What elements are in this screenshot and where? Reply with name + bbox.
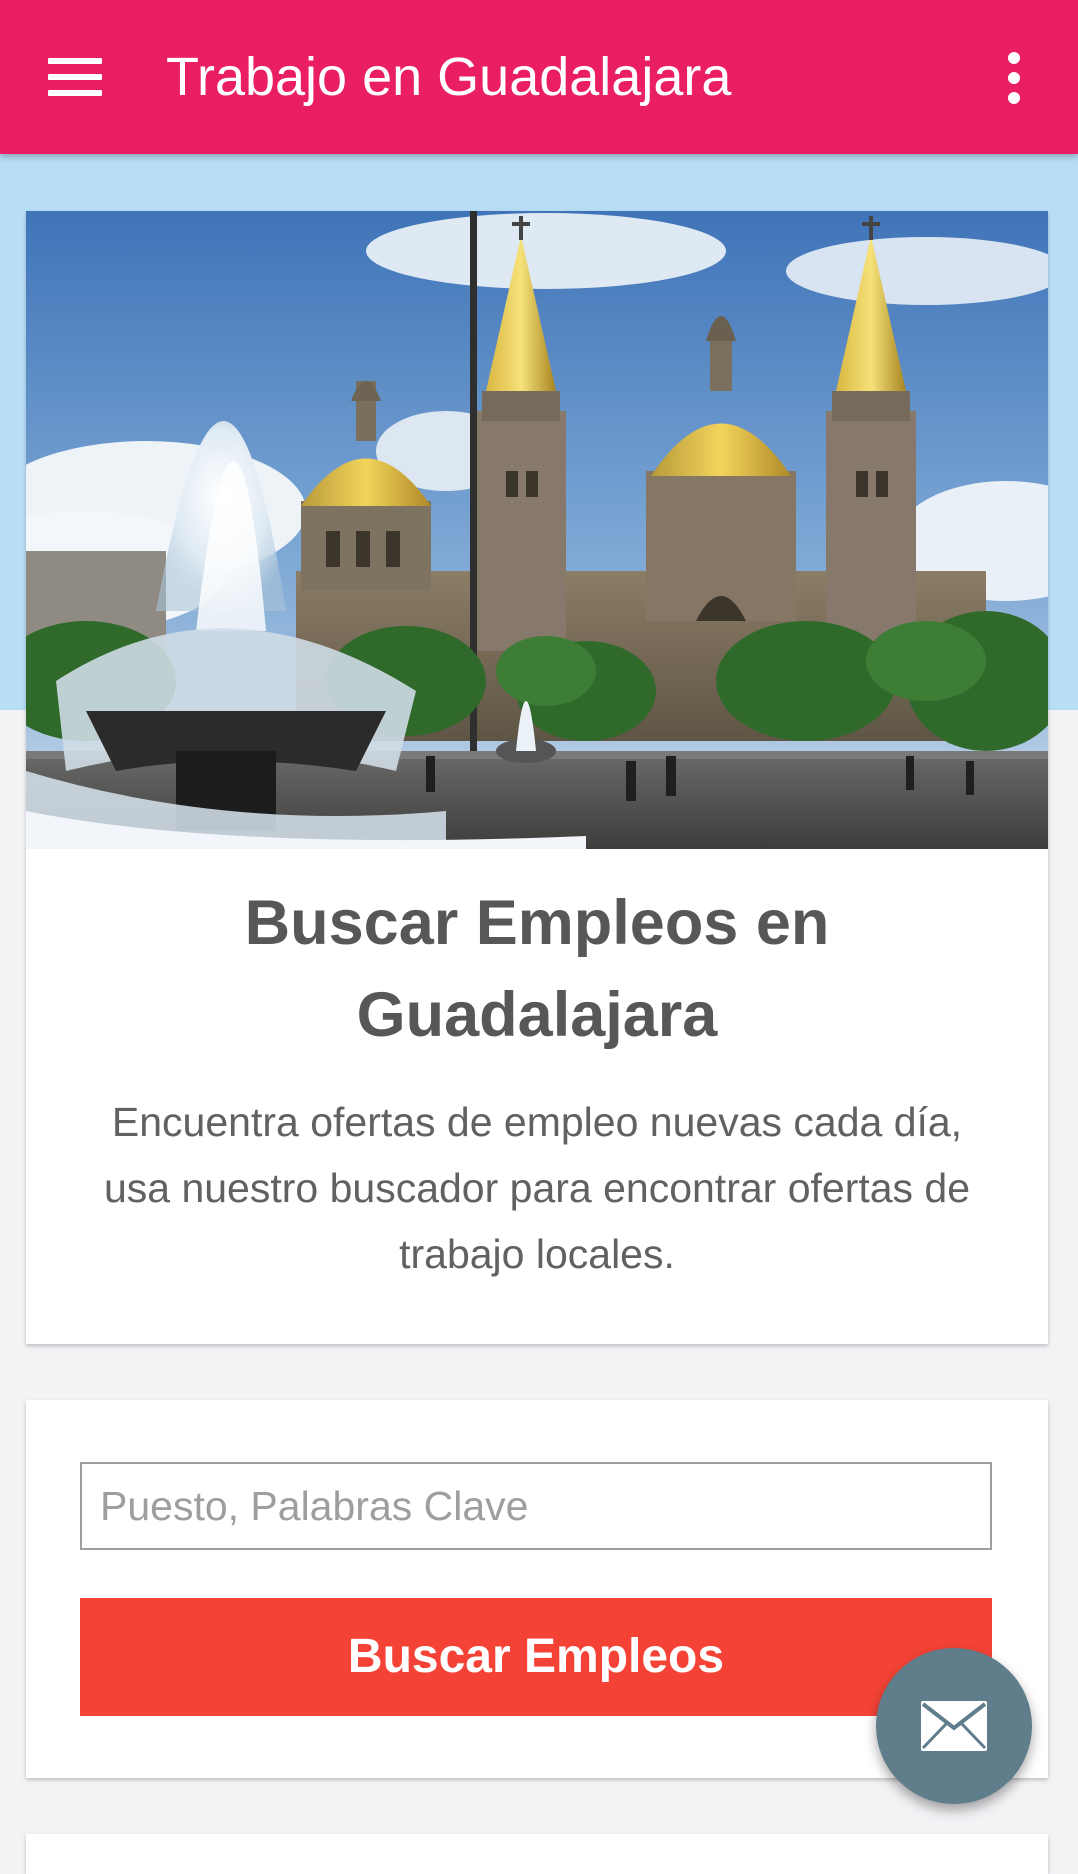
keyword-search-input[interactable] xyxy=(80,1462,992,1550)
search-jobs-button[interactable]: Buscar Empleos xyxy=(80,1598,992,1716)
contact-fab-button[interactable] xyxy=(876,1648,1032,1804)
intro-card: Buscar Empleos en Guadalajara Encuentra … xyxy=(26,211,1048,1344)
intro-heading: Buscar Empleos en Guadalajara xyxy=(244,888,830,1050)
app-bar: Trabajo en Guadalajara xyxy=(0,0,1078,154)
cathedral-photo xyxy=(26,211,1048,849)
more-vert-icon[interactable] xyxy=(1004,52,1026,104)
app-title: Trabajo en Guadalajara xyxy=(166,47,732,107)
hamburger-menu-icon[interactable] xyxy=(48,58,102,96)
next-card xyxy=(26,1834,1048,1874)
mail-icon xyxy=(921,1701,987,1751)
intro-description: Encuentra ofertas de empleo nuevas cada … xyxy=(103,1099,971,1277)
